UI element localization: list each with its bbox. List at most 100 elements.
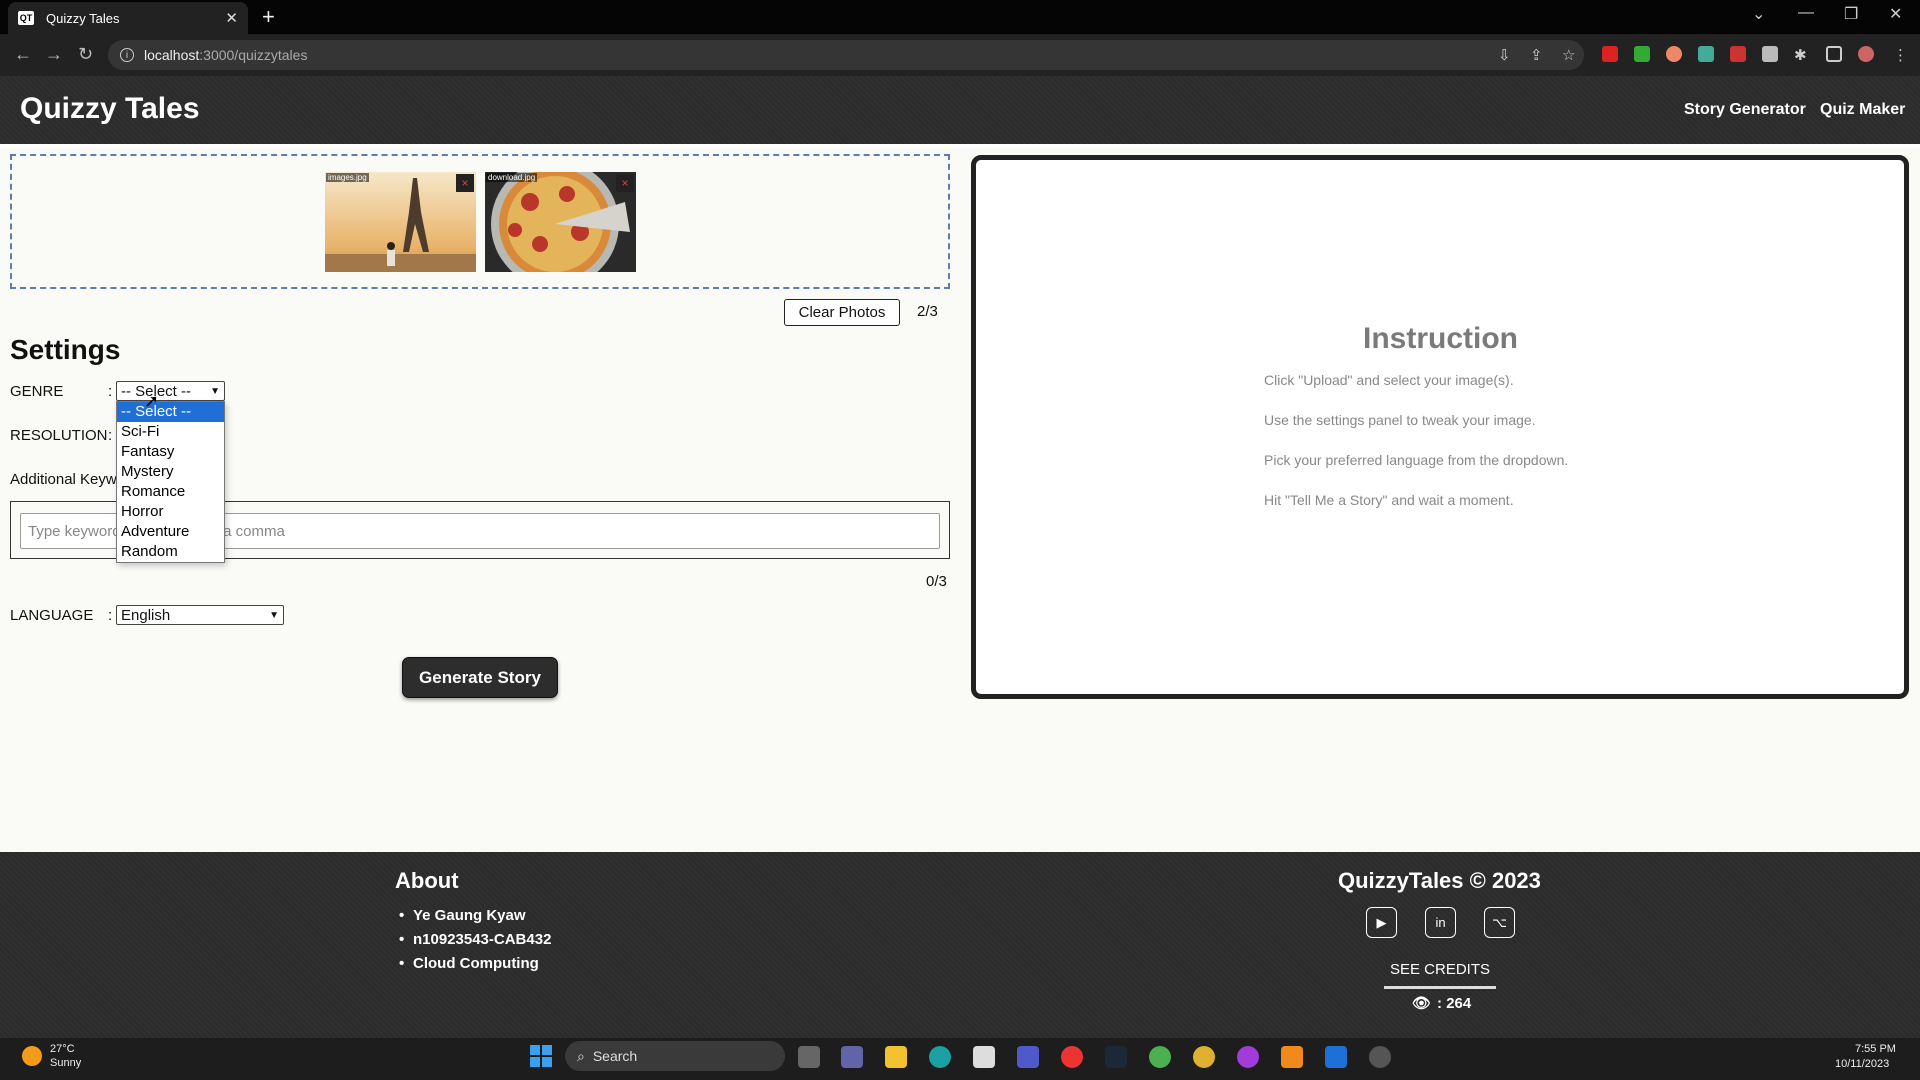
genre-select[interactable]: -- Select -- ▼ — [116, 381, 225, 401]
bookmark-star-icon[interactable]: ☆ — [1562, 46, 1575, 64]
chevron-down-icon: ▼ — [210, 386, 220, 397]
taskbar-search-label: Search — [592, 1048, 638, 1064]
minimize-icon[interactable]: — — [1798, 4, 1814, 22]
new-tab-icon[interactable]: + — [262, 4, 275, 30]
side-panel-icon[interactable] — [1826, 46, 1842, 62]
extension-icon[interactable] — [1698, 46, 1714, 62]
extensions-puzzle-icon[interactable]: ✱ — [1794, 46, 1807, 64]
chrome-profile-icon[interactable] — [1149, 1046, 1171, 1068]
photo-dropzone[interactable] — [10, 154, 950, 289]
see-credits-link[interactable]: SEE CREDITS — [1390, 961, 1490, 978]
genre-option[interactable]: Romance — [117, 482, 224, 502]
remove-photo-button[interactable]: × — [616, 174, 634, 192]
tab-title: Quizzy Tales — [46, 10, 120, 26]
install-icon[interactable]: ⇩ — [1498, 46, 1511, 64]
genre-option[interactable]: Fantasy — [117, 442, 224, 462]
generate-story-button[interactable]: Generate Story — [402, 657, 558, 698]
chevron-down-icon: ▼ — [269, 610, 279, 621]
reload-icon[interactable]: ↻ — [78, 44, 93, 65]
language-select[interactable]: English ▼ — [116, 605, 284, 625]
browser-menu-icon[interactable]: ⋮ — [1893, 46, 1908, 64]
share-icon[interactable]: ⇪ — [1530, 46, 1543, 64]
tab-search-icon[interactable]: ⌄ — [1752, 4, 1765, 24]
forward-icon[interactable]: → — [45, 44, 63, 65]
photo-thumbnail: download.jpg × — [485, 172, 636, 272]
profile-avatar-icon[interactable] — [1858, 46, 1874, 62]
clock-time: 7:55 PM — [1855, 1043, 1896, 1055]
steam-icon[interactable] — [1105, 1046, 1127, 1068]
photo-filename: images.jpg — [326, 173, 369, 182]
extension-icon[interactable] — [1666, 46, 1682, 62]
teams-icon[interactable] — [1017, 1046, 1039, 1068]
file-explorer-icon[interactable] — [885, 1046, 907, 1068]
eiffel-tower-photo — [325, 172, 476, 272]
language-colon: : — [108, 607, 113, 624]
genre-option[interactable]: Horror — [117, 502, 224, 522]
url-host: localhost — [144, 47, 200, 63]
extension-icon[interactable] — [1634, 46, 1650, 62]
credits-underline — [1384, 986, 1496, 989]
close-window-icon[interactable]: ✕ — [1889, 4, 1902, 24]
site-info-icon[interactable]: i — [120, 48, 134, 62]
genre-option[interactable]: Random — [117, 542, 224, 562]
taskbar — [0, 1038, 1920, 1080]
tab-close-icon[interactable]: ✕ — [225, 9, 238, 27]
restore-icon[interactable]: ❐ — [1844, 4, 1858, 24]
pizza-photo — [485, 172, 636, 272]
language-selected-value: English — [121, 606, 171, 624]
instruction-line: Click "Upload" and select your image(s). — [1264, 372, 1514, 388]
github-icon[interactable]: ⌥ — [1484, 907, 1515, 938]
site-footer — [0, 852, 1920, 1038]
nav-quiz-maker[interactable]: Quiz Maker — [1820, 101, 1905, 119]
teams-chat-icon[interactable] — [841, 1046, 863, 1068]
view-counter: 👁 : 264 — [1412, 994, 1472, 1013]
start-windows-icon[interactable] — [530, 1045, 552, 1067]
extension-icon[interactable] — [1602, 46, 1618, 62]
edge-icon[interactable] — [929, 1046, 951, 1068]
weather-temperature: 27°C — [50, 1043, 75, 1055]
sublime-icon[interactable] — [1281, 1046, 1303, 1068]
photo-count: 2/3 — [917, 303, 938, 320]
genre-option[interactable]: Mystery — [117, 462, 224, 482]
app-title[interactable]: Quizzy Tales — [20, 92, 200, 126]
browser-tab-strip — [0, 0, 1920, 34]
photo-thumbnail: images.jpg × — [325, 172, 476, 272]
slack-icon[interactable] — [1193, 1046, 1215, 1068]
instruction-line: Pick your preferred language from the dr… — [1264, 452, 1569, 468]
clock-date: 10/11/2023 — [1835, 1058, 1890, 1070]
genre-label: GENRE — [10, 383, 64, 400]
task-view-icon[interactable] — [798, 1046, 820, 1068]
url-path: :3000/quizzytales — [199, 47, 308, 63]
search-icon: ⌕ — [577, 1047, 585, 1064]
nav-story-generator[interactable]: Story Generator — [1684, 101, 1806, 119]
about-heading: About — [395, 868, 459, 893]
chrome-icon[interactable] — [1061, 1046, 1083, 1068]
view-count: : 264 — [1437, 994, 1472, 1012]
about-item: Cloud Computing — [399, 955, 539, 972]
genre-option[interactable]: -- Select -- — [117, 402, 224, 422]
mouse-cursor-icon: ➚ — [144, 391, 160, 411]
webstorm-icon[interactable] — [1325, 1046, 1347, 1068]
store-icon[interactable] — [973, 1046, 995, 1068]
sun-icon[interactable] — [22, 1046, 42, 1066]
copyright: QuizzyTales © 2023 — [1338, 868, 1541, 893]
header-divider — [0, 144, 1920, 148]
back-icon[interactable]: ← — [14, 44, 32, 65]
remove-photo-button[interactable]: × — [456, 174, 474, 192]
genre-option[interactable]: Sci-Fi — [117, 422, 224, 442]
url-bar[interactable]: i localhost:3000/quizzytales — [108, 40, 1584, 70]
messenger-icon[interactable] — [1237, 1046, 1259, 1068]
youtube-icon[interactable]: ▶ — [1366, 907, 1397, 938]
clear-photos-button[interactable]: Clear Photos — [784, 299, 900, 326]
genre-option[interactable]: Adventure — [117, 522, 224, 542]
browser-tab[interactable]: QT Quizzy Tales ✕ — [8, 2, 248, 34]
photo-filename: download.jpg — [486, 173, 538, 182]
settings-heading: Settings — [10, 334, 121, 365]
extension-icon[interactable] — [1762, 46, 1778, 62]
linkedin-icon[interactable]: in — [1425, 907, 1456, 938]
language-label: LANGUAGE — [10, 607, 94, 624]
taskbar-search[interactable]: ⌕ Search — [565, 1041, 785, 1071]
tab-favicon-icon: QT — [18, 11, 34, 25]
extension-icon[interactable] — [1730, 46, 1746, 62]
settings-gear-icon[interactable] — [1369, 1046, 1391, 1068]
